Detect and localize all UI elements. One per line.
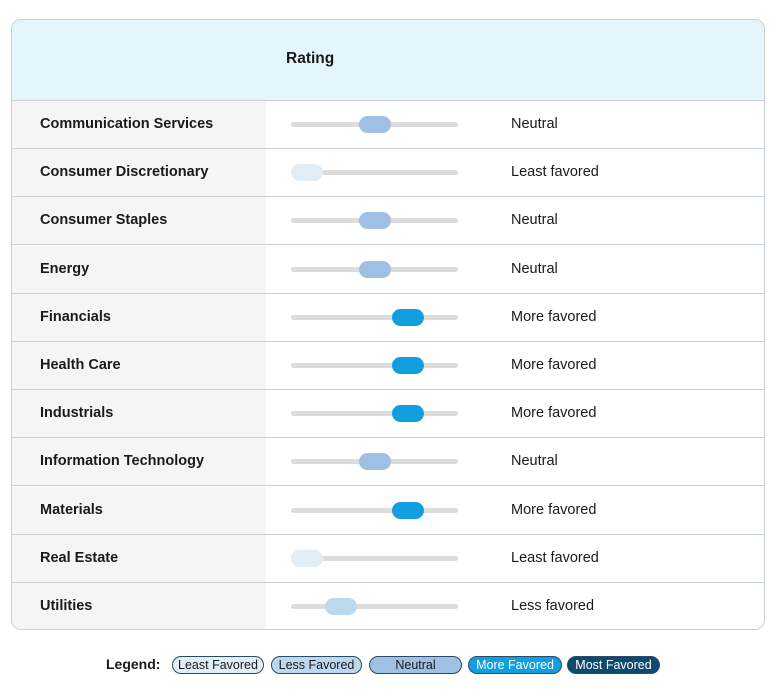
rating-slider-thumb xyxy=(358,212,391,230)
rating-slider-thumb xyxy=(358,116,391,133)
legend-item: More Favored xyxy=(468,656,562,674)
sector-label: Consumer Staples xyxy=(40,212,168,229)
rating-text: Least favored xyxy=(511,549,599,566)
sector-cell: Consumer Discretionary xyxy=(12,149,266,197)
sector-cell: Health Care xyxy=(12,342,266,389)
rating-slider-thumb xyxy=(392,501,425,519)
sector-cell: Communication Services xyxy=(12,101,266,148)
table-row: Financials More favored xyxy=(12,293,764,342)
legend-item: Less Favored xyxy=(271,656,362,674)
table-row: Communication Services Neutral xyxy=(12,101,764,149)
rating-slider-track xyxy=(291,357,458,374)
rating-slider-thumb xyxy=(392,357,425,374)
legend-item: Neutral xyxy=(369,656,462,674)
table-row: Utilities Less favored xyxy=(12,583,764,629)
table-row: Information Technology Neutral xyxy=(12,438,764,487)
rating-slider-track xyxy=(291,308,458,326)
rating-slider-thumb xyxy=(291,164,323,182)
rating-slider-thumb xyxy=(324,598,357,615)
rating-slider-thumb xyxy=(392,405,425,423)
sector-cell: Industrials xyxy=(12,390,266,438)
table-row: Industrials More favored xyxy=(12,390,764,439)
legend-item: Most Favored xyxy=(567,656,660,674)
sector-label: Energy xyxy=(40,260,90,277)
rating-slider-track xyxy=(291,212,458,230)
rating-text: More favored xyxy=(511,501,597,518)
table-row: Materials More favored xyxy=(12,486,764,535)
legend-title: Legend: xyxy=(106,656,161,672)
rating-text: More favored xyxy=(511,308,597,325)
table-row: Energy Neutral xyxy=(12,245,764,294)
sector-cell: Financials xyxy=(12,293,266,341)
sector-label: Health Care xyxy=(40,357,121,373)
table-row: Consumer Staples Neutral xyxy=(12,197,764,246)
rating-slider-track xyxy=(291,549,458,567)
rating-slider-thumb xyxy=(392,308,425,326)
sector-label: Consumer Discretionary xyxy=(40,164,209,181)
rating-slider-track xyxy=(291,116,458,133)
rating-text: Neutral xyxy=(511,212,558,229)
rating-slider-track xyxy=(291,260,458,278)
rating-slider-track xyxy=(291,164,458,182)
rating-slider-track xyxy=(291,405,458,423)
rating-column-header: Rating xyxy=(286,50,335,67)
table-row: Real Estate Least favored xyxy=(12,534,764,583)
rating-text: Least favored xyxy=(511,164,599,181)
sector-label: Financials xyxy=(40,308,111,325)
sector-cell: Energy xyxy=(12,245,266,293)
sector-label: Real Estate xyxy=(40,549,119,566)
rating-slider-thumb xyxy=(358,260,391,278)
rating-slider-thumb xyxy=(291,549,323,567)
sector-label: Communication Services xyxy=(40,116,214,132)
sector-cell: Real Estate xyxy=(12,534,266,582)
sector-label: Information Technology xyxy=(40,453,205,470)
table-row: Consumer Discretionary Least favored xyxy=(12,149,764,198)
rating-text: More favored xyxy=(511,405,597,422)
rating-slider-track xyxy=(291,598,458,615)
rating-text: More favored xyxy=(511,357,597,373)
rating-slider-track xyxy=(291,501,458,519)
sector-label: Industrials xyxy=(40,405,114,422)
sector-cell: Information Technology xyxy=(12,438,266,486)
sector-cell: Materials xyxy=(12,486,266,534)
rating-slider-track xyxy=(291,453,458,471)
sector-label: Utilities xyxy=(40,598,93,614)
sector-cell: Consumer Staples xyxy=(12,197,266,245)
rating-text: Less favored xyxy=(511,598,595,614)
legend: Legend: Least Favored Less Favored Neutral… xyxy=(0,656,780,676)
table-row: Health Care More favored xyxy=(12,342,764,390)
rating-slider-thumb xyxy=(358,453,391,471)
sector-ratings-table: Rating Communication Services Neutral Cons… xyxy=(11,19,765,630)
sector-cell: Utilities xyxy=(12,583,266,629)
rating-text: Neutral xyxy=(511,116,558,132)
rating-text: Neutral xyxy=(511,260,558,277)
rating-text: Neutral xyxy=(511,453,558,470)
sector-label: Materials xyxy=(40,501,103,518)
legend-item: Least Favored xyxy=(172,656,264,674)
table-header: Rating xyxy=(12,20,764,101)
